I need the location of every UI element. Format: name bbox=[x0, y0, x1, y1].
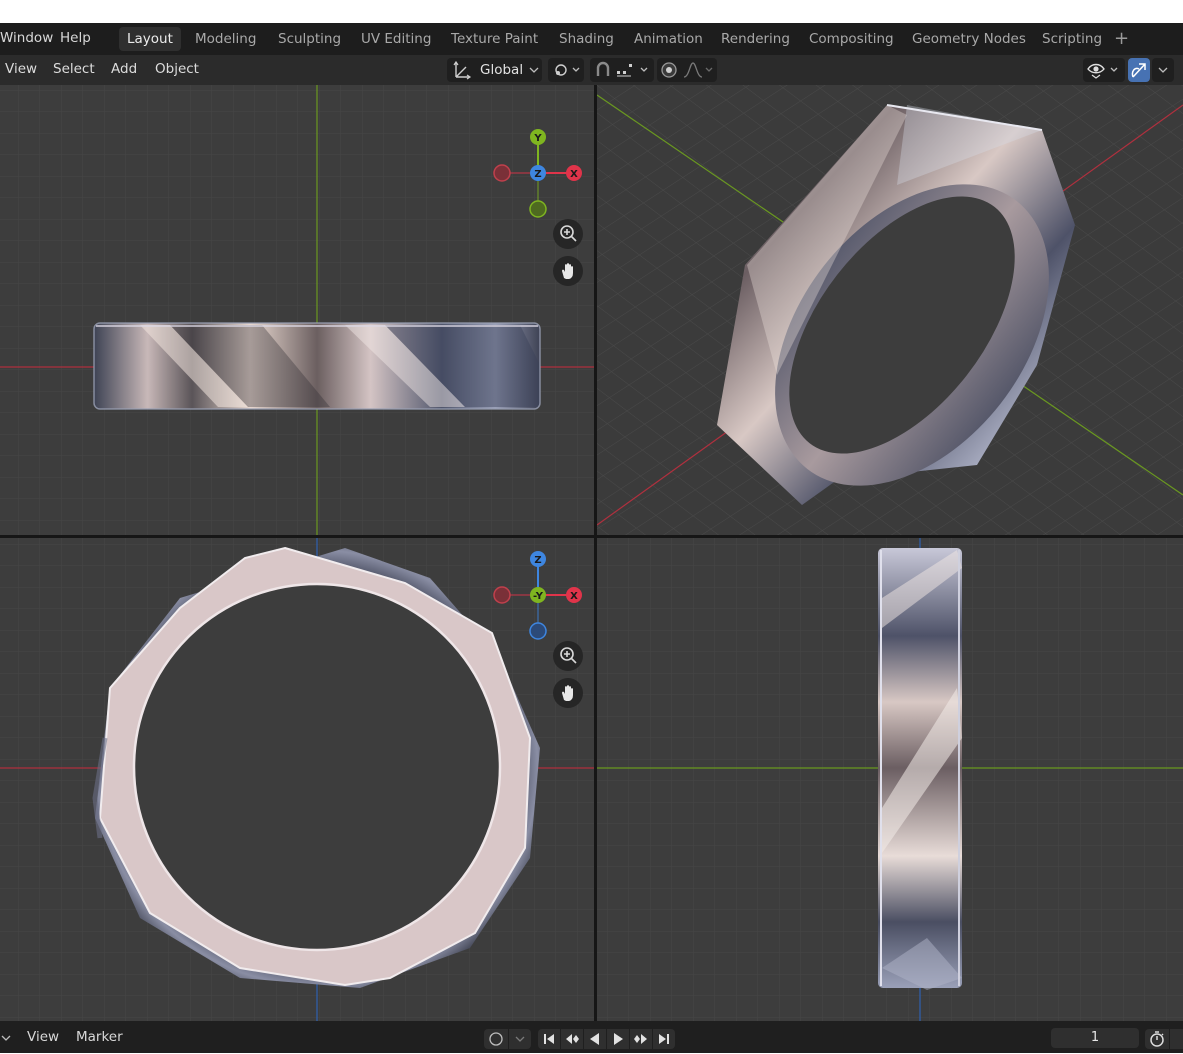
tab-geometry-nodes[interactable]: Geometry Nodes bbox=[904, 27, 1034, 51]
jump-start-icon bbox=[544, 1034, 554, 1044]
hand-icon bbox=[562, 685, 573, 701]
transform-orientation-icon bbox=[453, 60, 472, 80]
viewport-perspective[interactable] bbox=[597, 85, 1183, 535]
zoom-icon bbox=[560, 225, 577, 242]
viewport-grid bbox=[597, 538, 1183, 1021]
proportional-edit-group bbox=[657, 58, 717, 82]
pan-button[interactable] bbox=[553, 256, 583, 286]
navigation-gizmo[interactable]: Y X Z bbox=[490, 125, 586, 221]
tab-scripting[interactable]: Scripting bbox=[1034, 27, 1110, 51]
add-menu[interactable]: Add bbox=[111, 55, 137, 85]
pivot-point-dropdown[interactable] bbox=[548, 58, 584, 82]
viewport-top[interactable]: Z X -Y bbox=[0, 538, 594, 1021]
jump-start-button[interactable] bbox=[538, 1029, 560, 1049]
prev-keyframe-button[interactable] bbox=[561, 1029, 583, 1049]
playback-timer-extra[interactable] bbox=[1170, 1029, 1183, 1049]
tab-modeling[interactable]: Modeling bbox=[187, 27, 264, 51]
snap-icon[interactable] bbox=[592, 58, 614, 82]
chevron-down-icon bbox=[1158, 67, 1168, 73]
gizmo-z-label: Z bbox=[534, 555, 541, 566]
hand-icon bbox=[562, 263, 573, 279]
visibility-dropdown[interactable] bbox=[1083, 58, 1125, 82]
play-reverse-button[interactable] bbox=[584, 1029, 606, 1049]
gizmo-y-label: Y bbox=[533, 133, 542, 144]
tab-rendering[interactable]: Rendering bbox=[713, 27, 798, 51]
timeline-marker-menu[interactable]: Marker bbox=[76, 1021, 123, 1053]
window-menu[interactable]: Window bbox=[0, 23, 53, 55]
snap-increment-icon[interactable] bbox=[614, 58, 654, 82]
view-menu[interactable]: View bbox=[5, 55, 37, 85]
ring-front-view[interactable] bbox=[93, 322, 541, 410]
record-icon bbox=[489, 1032, 503, 1046]
play-reverse-icon bbox=[590, 1033, 599, 1045]
gizmo-neg-y-label: -Y bbox=[533, 591, 544, 602]
navigation-gizmo[interactable]: Z X -Y bbox=[490, 547, 586, 643]
gizmo-z-label: Z bbox=[534, 169, 541, 180]
timeline-header: View Marker bbox=[0, 1021, 1183, 1053]
proportional-falloff-icon[interactable] bbox=[681, 58, 717, 82]
next-keyframe-button[interactable] bbox=[630, 1029, 652, 1049]
play-button[interactable] bbox=[607, 1029, 629, 1049]
transform-orientation-value: Global bbox=[480, 62, 524, 78]
pivot-point-icon bbox=[555, 64, 580, 76]
viewport-divider-horizontal[interactable] bbox=[0, 535, 1183, 538]
tab-uv-editing[interactable]: UV Editing bbox=[353, 27, 439, 51]
tab-layout[interactable]: Layout bbox=[119, 27, 181, 51]
playback-timer-button[interactable] bbox=[1145, 1029, 1169, 1049]
top-bar: Window Help Layout Modeling Sculpting UV… bbox=[0, 23, 1183, 55]
zoom-button[interactable] bbox=[553, 641, 583, 671]
tab-sculpting[interactable]: Sculpting bbox=[270, 27, 349, 51]
select-menu[interactable]: Select bbox=[53, 55, 95, 85]
object-menu[interactable]: Object bbox=[155, 55, 199, 85]
tab-shading[interactable]: Shading bbox=[551, 27, 622, 51]
help-menu[interactable]: Help bbox=[60, 23, 91, 55]
tab-compositing[interactable]: Compositing bbox=[801, 27, 902, 51]
plus-icon[interactable]: + bbox=[1114, 25, 1129, 53]
gizmo-toggle-button[interactable] bbox=[1128, 58, 1150, 82]
keying-dropdown[interactable] bbox=[509, 1029, 531, 1049]
viewport-front[interactable]: Y X Z bbox=[0, 85, 594, 535]
prev-keyframe-icon bbox=[566, 1034, 579, 1044]
viewport-right[interactable] bbox=[597, 538, 1183, 1021]
stopwatch-icon bbox=[1150, 1031, 1164, 1047]
gizmo-x-label: X bbox=[570, 169, 578, 180]
zoom-button[interactable] bbox=[553, 219, 583, 249]
chevron-down-icon bbox=[529, 67, 539, 73]
next-keyframe-icon bbox=[634, 1034, 647, 1044]
visibility-icon bbox=[1087, 63, 1118, 79]
pan-button[interactable] bbox=[553, 678, 583, 708]
snap-group bbox=[590, 58, 654, 82]
proportional-edit-icon[interactable] bbox=[657, 58, 681, 82]
play-icon bbox=[614, 1033, 623, 1045]
editor-type-icon[interactable] bbox=[0, 1021, 14, 1053]
viewport-header: View Select Add Object Global bbox=[0, 55, 1183, 85]
tab-texture-paint[interactable]: Texture Paint bbox=[443, 27, 546, 51]
gizmo-x-label: X bbox=[570, 591, 578, 602]
chevron-down-icon bbox=[515, 1036, 525, 1042]
tab-animation[interactable]: Animation bbox=[626, 27, 711, 51]
transform-orientation-dropdown[interactable]: Global bbox=[447, 58, 542, 82]
viewport-grid bbox=[597, 85, 1183, 535]
ring-right-view[interactable] bbox=[878, 548, 962, 990]
current-frame-field[interactable]: 1 bbox=[1051, 1028, 1139, 1048]
jump-end-button[interactable] bbox=[653, 1029, 675, 1049]
zoom-icon bbox=[560, 647, 577, 664]
autokey-button[interactable] bbox=[484, 1029, 508, 1049]
viewport-divider-vertical[interactable] bbox=[594, 85, 597, 1021]
gizmo-toggle-icon bbox=[1131, 63, 1146, 78]
timeline-view-menu[interactable]: View bbox=[27, 1021, 59, 1053]
gizmo-options-dropdown[interactable] bbox=[1152, 58, 1174, 82]
jump-end-icon bbox=[659, 1034, 669, 1044]
